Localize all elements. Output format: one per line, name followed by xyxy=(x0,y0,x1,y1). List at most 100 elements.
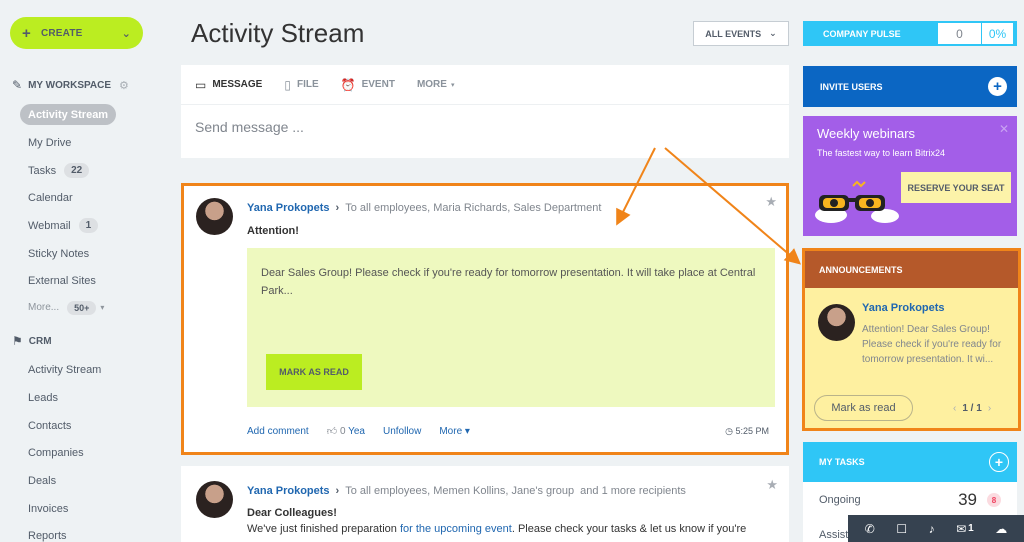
chevron-down-icon: ▾ xyxy=(464,425,470,437)
avatar[interactable] xyxy=(196,481,233,518)
post-card-highlighted: Yana Prokopets › To all employees, Maria… xyxy=(181,183,789,455)
time-label: 5:25 PM xyxy=(735,425,769,436)
sidebar-item-my-drive[interactable]: My Drive xyxy=(20,132,79,153)
pulse-value: 0 xyxy=(938,23,982,44)
create-button[interactable]: + CREATE ⌄ xyxy=(10,17,143,49)
tab-label: MESSAGE xyxy=(212,79,263,90)
star-icon[interactable]: ★ xyxy=(766,477,778,493)
page-title: Activity Stream xyxy=(191,18,365,48)
post-header: Yana Prokopets › To all employees, Memen… xyxy=(247,485,686,497)
bottom-toolbar: ✆ ☐ ♪ ✉ 1 ☁ xyxy=(848,515,1024,542)
filter-label: ALL EVENTS xyxy=(705,28,762,39)
announcement-pager: ‹ 1 / 1 › xyxy=(953,403,991,414)
phone-icon[interactable]: ✆ xyxy=(865,522,875,536)
post-form: ▭ MESSAGE ▯ FILE ⏰ EVENT MORE ▾ xyxy=(181,65,789,158)
sidebar-item-reports[interactable]: Reports xyxy=(20,525,75,542)
sidebar-item-calendar[interactable]: Calendar xyxy=(20,187,81,208)
sidebar-item-companies[interactable]: Companies xyxy=(20,442,92,463)
workspace-header[interactable]: ✎ MY WORKSPACE ⚙ xyxy=(12,78,129,92)
bell-icon[interactable]: ♪ xyxy=(929,522,935,536)
add-comment-link[interactable]: Add comment xyxy=(247,426,309,437)
sidebar-item-label: Activity Stream xyxy=(28,108,109,121)
count-badge: 1 xyxy=(78,218,99,233)
task-count: 39 xyxy=(958,490,977,509)
sidebar-item-label: Contacts xyxy=(28,419,72,432)
create-label: CREATE xyxy=(40,27,83,39)
sidebar-more-link[interactable]: More... 50+ ▾ xyxy=(20,297,112,318)
cloud-icon[interactable]: ☁ xyxy=(995,522,1007,536)
sidebar-item-label: Activity Stream xyxy=(28,363,102,376)
post-body: We've just finished preparation for the … xyxy=(247,523,746,535)
thumbs-up-icon: 👍︎ xyxy=(326,426,338,437)
unfollow-link[interactable]: Unfollow xyxy=(383,426,421,437)
webinar-subtitle: The fastest way to learn Bitrix24 xyxy=(817,148,946,158)
post-recipients[interactable]: To all employees, Maria Richards, Sales … xyxy=(345,202,601,214)
announcement-text[interactable]: Attention! Dear Sales Group! Please chec… xyxy=(862,322,1010,367)
tab-more[interactable]: MORE ▾ xyxy=(417,79,455,90)
more-actions-link[interactable]: More ▾ xyxy=(439,426,470,437)
avatar[interactable] xyxy=(818,304,855,341)
post-card: Yana Prokopets › To all employees, Memen… xyxy=(181,466,789,542)
tab-event[interactable]: ⏰ EVENT xyxy=(341,78,395,92)
mail-icon: ✉ xyxy=(956,521,967,536)
task-row-label: Ongoing xyxy=(819,494,861,506)
gear-icon[interactable]: ⚙ xyxy=(119,79,129,92)
post-recipients[interactable]: To all employees, Memen Kollins, Jane's … xyxy=(345,485,574,497)
chat-icon[interactable]: ☐ xyxy=(896,522,907,536)
tab-message[interactable]: ▭ MESSAGE xyxy=(195,78,262,92)
sidebar-item-tasks[interactable]: Tasks 22 xyxy=(20,160,97,181)
tab-label: EVENT xyxy=(361,79,395,90)
announcement-author[interactable]: Yana Prokopets xyxy=(862,302,945,314)
announcements-widget: ANNOUNCEMENTS Yana Prokopets Attention! … xyxy=(802,248,1021,431)
sidebar-item-label: Invoices xyxy=(28,502,69,515)
mail-button[interactable]: ✉ 1 xyxy=(956,522,974,536)
event-icon: ⏰ xyxy=(340,77,356,92)
crm-header[interactable]: ⚑ CRM xyxy=(12,334,52,348)
plus-icon: + xyxy=(22,24,31,42)
star-icon[interactable]: ★ xyxy=(765,194,777,210)
post-author-link[interactable]: Yana Prokopets xyxy=(247,202,330,214)
sidebar-item-invoices[interactable]: Invoices xyxy=(20,498,76,519)
filter-dropdown[interactable]: ALL EVENTS ⌄ xyxy=(693,21,789,46)
file-icon: ▯ xyxy=(284,77,291,92)
pager-label: 1 / 1 xyxy=(962,403,982,414)
flag-icon: ⚑ xyxy=(12,334,23,348)
mark-as-read-button[interactable]: MARK AS READ xyxy=(266,354,362,390)
pulse-percent: 0% xyxy=(982,23,1013,44)
sidebar-item-contacts[interactable]: Contacts xyxy=(20,415,79,436)
sidebar-item-label: Tasks xyxy=(28,164,57,177)
like-button[interactable]: 👍︎ 0 Yea xyxy=(327,425,365,437)
sidebar-item-label: Calendar xyxy=(28,191,73,204)
workspace-title: MY WORKSPACE xyxy=(28,79,112,91)
send-message-input[interactable] xyxy=(181,105,789,149)
announcements-title: ANNOUNCEMENTS xyxy=(805,251,1018,288)
reserve-seat-button[interactable]: RESERVE YOUR SEAT xyxy=(901,172,1011,203)
sidebar-item-crm-activity-stream[interactable]: Activity Stream xyxy=(20,359,109,380)
sidebar-item-sticky-notes[interactable]: Sticky Notes xyxy=(20,243,97,264)
close-icon[interactable]: ✕ xyxy=(999,122,1009,136)
post-body-link[interactable]: for the upcoming event xyxy=(400,523,512,535)
post-header: Yana Prokopets › To all employees, Maria… xyxy=(247,202,601,214)
company-pulse-widget[interactable]: COMPANY PULSE 0 0% xyxy=(803,21,1017,46)
my-tasks-header[interactable]: MY TASKS + xyxy=(803,442,1017,482)
sidebar-item-activity-stream[interactable]: Activity Stream xyxy=(20,104,117,125)
task-row-ongoing[interactable]: Ongoing 39 8 xyxy=(803,490,1017,510)
invite-users-label: INVITE USERS xyxy=(820,81,883,92)
sidebar-item-webmail[interactable]: Webmail 1 xyxy=(20,215,106,236)
more-recipients-link[interactable]: and 1 more recipients xyxy=(580,485,686,497)
post-author-link[interactable]: Yana Prokopets xyxy=(247,485,330,497)
more-label: More xyxy=(439,425,463,437)
sidebar-item-label: Webmail xyxy=(28,219,71,232)
tab-file[interactable]: ▯ FILE xyxy=(284,78,318,92)
sidebar-item-leads[interactable]: Leads xyxy=(20,387,66,408)
sidebar-item-deals[interactable]: Deals xyxy=(20,470,64,491)
invite-users-button[interactable]: INVITE USERS + xyxy=(803,66,1017,107)
plus-icon: + xyxy=(988,77,1007,96)
mark-as-read-button[interactable]: Mark as read xyxy=(814,395,913,421)
avatar[interactable] xyxy=(196,198,233,235)
chevron-left-icon[interactable]: ‹ xyxy=(953,403,956,414)
sidebar-item-external-sites[interactable]: External Sites xyxy=(20,270,104,291)
plus-icon[interactable]: + xyxy=(989,452,1009,472)
sidebar-item-label: Sticky Notes xyxy=(28,247,90,260)
chevron-right-icon[interactable]: › xyxy=(988,403,991,414)
